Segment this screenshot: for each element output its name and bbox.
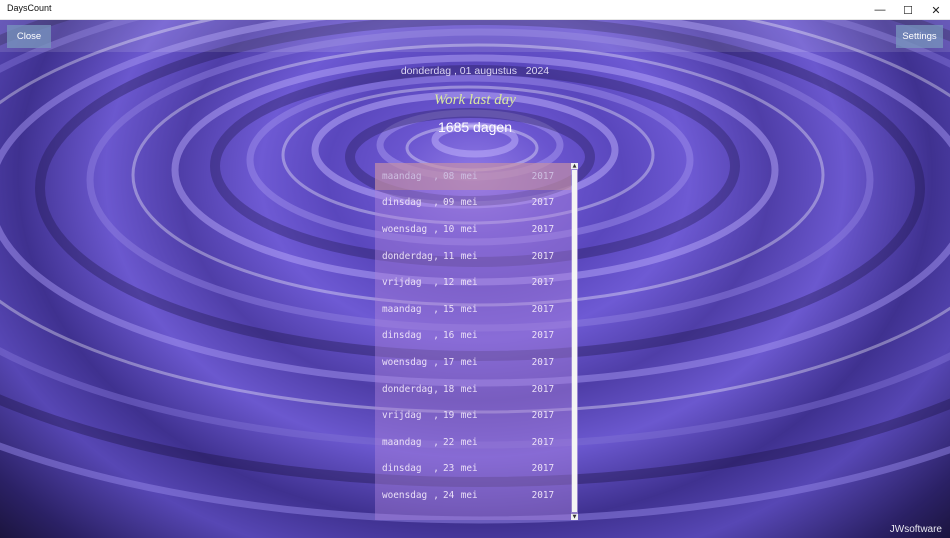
list-item-month: mei bbox=[460, 170, 478, 182]
list-item-comma: , bbox=[433, 223, 439, 235]
list-item-month: mei bbox=[460, 197, 478, 209]
list-item-year: 2017 bbox=[531, 223, 555, 235]
list-item[interactable]: woensdag, 24 mei 2017 bbox=[375, 482, 571, 509]
list-item-comma: , bbox=[433, 436, 439, 448]
date-list-items: maandag, 08 mei 2017 dinsdag, 09 mei 2017 woensd… bbox=[375, 163, 571, 509]
list-item-day-number: 09 bbox=[443, 197, 455, 209]
list-item[interactable]: maandag, 08 mei 2017 bbox=[375, 163, 571, 190]
list-item-month: mei bbox=[460, 356, 478, 368]
list-item-day: dinsdag bbox=[382, 463, 422, 475]
current-date: donderdag , 01 augustus 2024 bbox=[400, 65, 550, 77]
list-item-day-number: 12 bbox=[443, 277, 455, 289]
list-item-day: dinsdag bbox=[382, 197, 422, 209]
list-item-year: 2017 bbox=[531, 250, 555, 262]
list-item-comma: , bbox=[433, 250, 439, 262]
list-item-year: 2017 bbox=[531, 330, 555, 342]
brand-label: JWsoftware bbox=[889, 524, 942, 535]
list-item[interactable]: dinsdag, 09 mei 2017 bbox=[375, 190, 571, 217]
list-item-day-number: 15 bbox=[443, 303, 455, 315]
title-bar: DaysCount — ☐ ✕ bbox=[0, 0, 950, 20]
list-item-comma: , bbox=[433, 410, 439, 422]
list-item-day: woensdag bbox=[382, 356, 428, 368]
list-item-month: mei bbox=[460, 330, 478, 342]
list-item-day-number: 19 bbox=[443, 410, 455, 422]
list-item[interactable]: maandag, 22 mei 2017 bbox=[375, 429, 571, 456]
list-item-year: 2017 bbox=[531, 489, 555, 501]
list-item-comma: , bbox=[433, 170, 439, 182]
list-item[interactable]: woensdag, 17 mei 2017 bbox=[375, 349, 571, 376]
app-client-area: Close Settings donderdag , 01 augustus 2… bbox=[0, 20, 950, 538]
subtitle: Work last day bbox=[434, 92, 516, 108]
list-item-day-number: 10 bbox=[443, 223, 455, 235]
list-item-month: mei bbox=[460, 489, 478, 501]
list-item-comma: , bbox=[433, 489, 439, 501]
minimize-icon[interactable]: — bbox=[866, 0, 894, 20]
list-item-month: mei bbox=[460, 250, 478, 262]
scroll-up-icon[interactable]: ▲ bbox=[571, 163, 578, 169]
list-item-day: woensdag bbox=[382, 223, 428, 235]
list-item-day-number: 11 bbox=[443, 250, 455, 262]
list-item-day: donderdag bbox=[382, 383, 433, 395]
list-item-day: maandag bbox=[382, 303, 422, 315]
list-item-comma: , bbox=[433, 356, 439, 368]
list-item-comma: , bbox=[433, 330, 439, 342]
list-item[interactable]: vrijdag, 12 mei 2017 bbox=[375, 269, 571, 296]
list-item-month: mei bbox=[460, 303, 478, 315]
list-item-day: maandag bbox=[382, 170, 422, 182]
list-scrollbar[interactable]: ▲ ▼ bbox=[571, 163, 578, 520]
list-item-month: mei bbox=[460, 277, 478, 289]
list-item-month: mei bbox=[460, 410, 478, 422]
list-item-year: 2017 bbox=[531, 303, 555, 315]
list-item[interactable]: donderdag, 18 mei 2017 bbox=[375, 376, 571, 403]
list-item-year: 2017 bbox=[531, 356, 555, 368]
list-item-day: dinsdag bbox=[382, 330, 422, 342]
list-item-day-number: 22 bbox=[443, 436, 455, 448]
list-item[interactable]: woensdag, 10 mei 2017 bbox=[375, 216, 571, 243]
list-item-month: mei bbox=[460, 436, 478, 448]
list-item-day-number: 17 bbox=[443, 356, 455, 368]
list-item-year: 2017 bbox=[531, 383, 555, 395]
list-item-day-number: 18 bbox=[443, 383, 455, 395]
list-item[interactable]: donderdag, 11 mei 2017 bbox=[375, 243, 571, 270]
list-item-year: 2017 bbox=[531, 277, 555, 289]
list-item-year: 2017 bbox=[531, 410, 555, 422]
window-title: DaysCount bbox=[7, 3, 52, 13]
list-item-day: maandag bbox=[382, 436, 422, 448]
days-count: 1685 dagen bbox=[438, 119, 512, 135]
close-button[interactable]: Close bbox=[7, 25, 51, 48]
close-window-icon[interactable]: ✕ bbox=[922, 0, 950, 20]
list-item-month: mei bbox=[460, 463, 478, 475]
list-item-comma: , bbox=[433, 277, 439, 289]
list-item-day-number: 24 bbox=[443, 489, 455, 501]
list-item-day: vrijdag bbox=[382, 277, 422, 289]
top-command-bar: Close Settings bbox=[0, 20, 950, 52]
list-item-year: 2017 bbox=[531, 463, 555, 475]
maximize-icon[interactable]: ☐ bbox=[894, 0, 922, 20]
list-item-day-number: 16 bbox=[443, 330, 455, 342]
list-item-month: mei bbox=[460, 223, 478, 235]
list-item-day: vrijdag bbox=[382, 410, 422, 422]
list-item-comma: , bbox=[433, 463, 439, 475]
list-item-year: 2017 bbox=[531, 197, 555, 209]
list-item[interactable]: maandag, 15 mei 2017 bbox=[375, 296, 571, 323]
date-list[interactable]: maandag, 08 mei 2017 dinsdag, 09 mei 2017 woensd… bbox=[375, 163, 578, 520]
settings-button[interactable]: Settings bbox=[896, 25, 943, 48]
scroll-down-icon[interactable]: ▼ bbox=[571, 514, 578, 520]
list-item-day-number: 23 bbox=[443, 463, 455, 475]
list-item[interactable]: vrijdag, 19 mei 2017 bbox=[375, 402, 571, 429]
list-item-month: mei bbox=[460, 383, 478, 395]
list-item-day-number: 08 bbox=[443, 170, 455, 182]
list-item[interactable]: dinsdag, 23 mei 2017 bbox=[375, 456, 571, 483]
list-item-year: 2017 bbox=[531, 170, 555, 182]
list-item-day: donderdag bbox=[382, 250, 433, 262]
scroll-thumb[interactable] bbox=[572, 170, 577, 512]
list-item-day: woensdag bbox=[382, 489, 428, 501]
list-item-year: 2017 bbox=[531, 436, 555, 448]
list-item-comma: , bbox=[433, 303, 439, 315]
list-item-comma: , bbox=[433, 383, 439, 395]
list-item[interactable]: dinsdag, 16 mei 2017 bbox=[375, 323, 571, 350]
list-item-comma: , bbox=[433, 197, 439, 209]
